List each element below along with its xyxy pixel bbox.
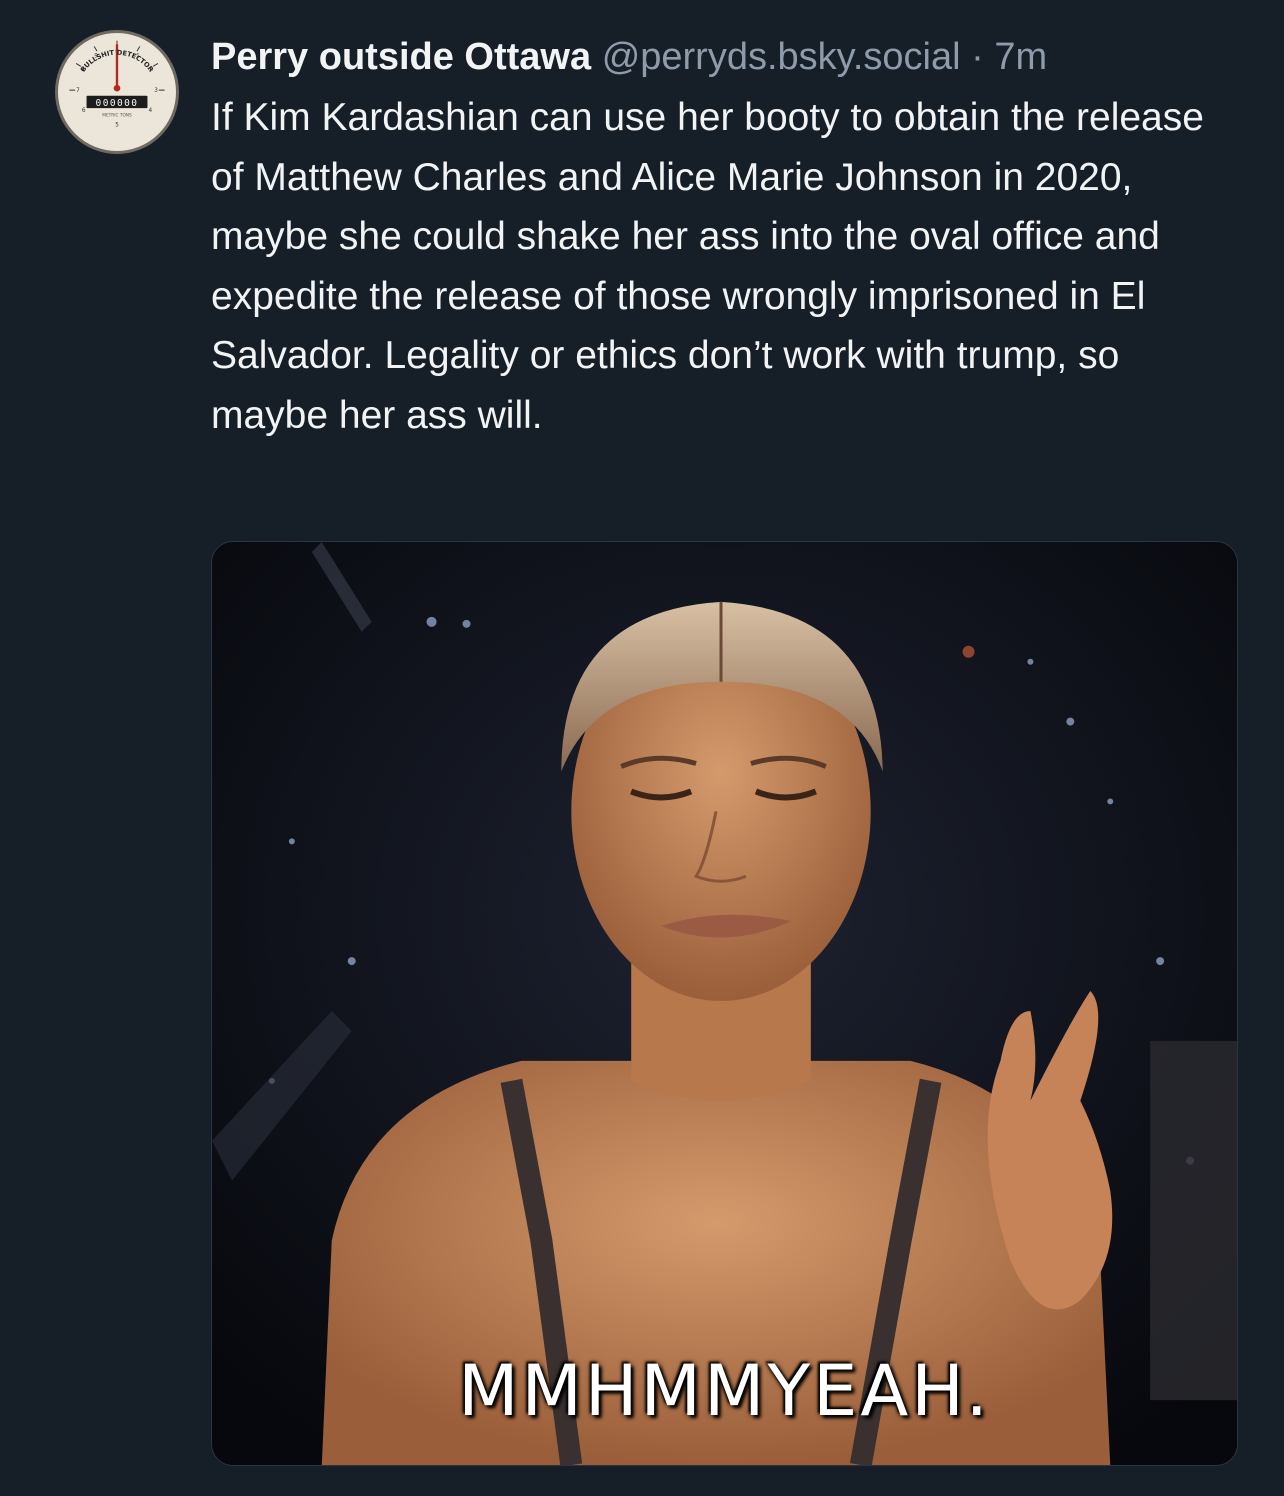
display-name[interactable]: Perry outside Ottawa (211, 36, 591, 78)
gif-caption: MMHMMYEAH. (458, 1350, 991, 1432)
post-text: If Kim Kardashian can use her booty to o… (211, 96, 1204, 437)
svg-text:000000: 000000 (96, 98, 139, 109)
svg-text:7: 7 (76, 88, 80, 94)
bullshit-detector-gauge-icon: 0 1 2 3 4 5 6 7 8 9 BULLSHIT DETECTOR 00… (59, 34, 175, 150)
svg-text:6: 6 (82, 108, 86, 114)
svg-text:4: 4 (148, 108, 152, 114)
post-timestamp[interactable]: 7m (994, 36, 1047, 78)
svg-text:3: 3 (154, 88, 158, 94)
post-header: Perry outside Ottawa @perryds.bsky.socia… (211, 28, 1241, 86)
post-body: Perry outside Ottawa @perryds.bsky.socia… (211, 28, 1241, 445)
post: 0 1 2 3 4 5 6 7 8 9 BULLSHIT DETECTOR 00… (0, 0, 1284, 1496)
separator-dot: · (971, 36, 984, 78)
gif-frame-image (212, 542, 1237, 1465)
avatar[interactable]: 0 1 2 3 4 5 6 7 8 9 BULLSHIT DETECTOR 00… (55, 30, 179, 154)
svg-text:METRIC TONS: METRIC TONS (102, 113, 132, 119)
user-handle[interactable]: @perryds.bsky.social (602, 36, 961, 78)
svg-text:5: 5 (115, 122, 119, 128)
gif-embed[interactable]: MMHMMYEAH. (211, 541, 1238, 1466)
